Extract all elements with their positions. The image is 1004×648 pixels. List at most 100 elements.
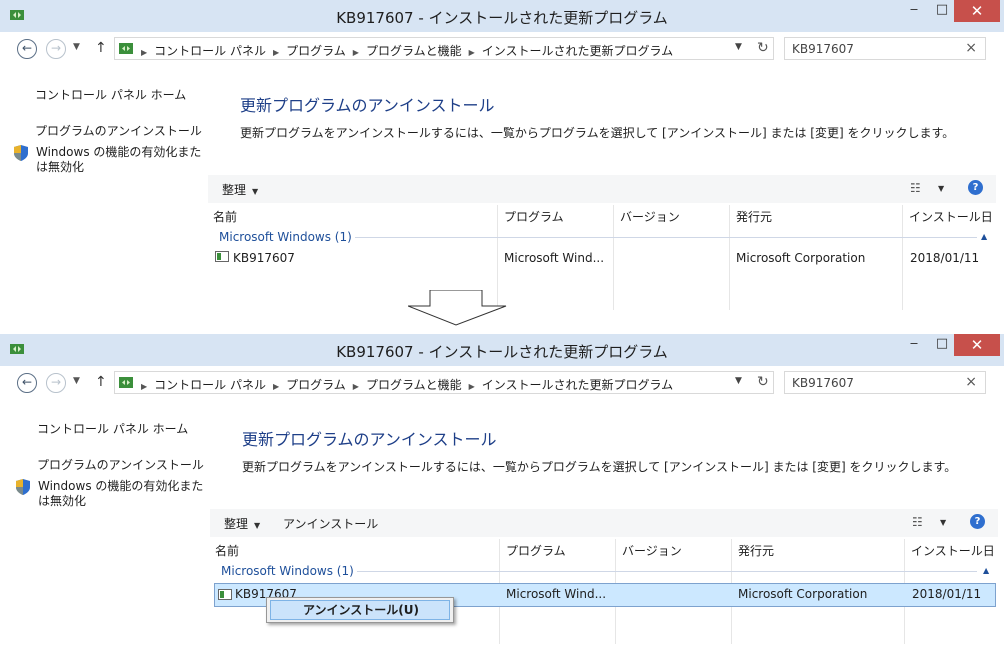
address-dropdown-icon[interactable]: ▼ [735,376,742,386]
breadcrumb: ▶ コントロール パネル ▶ プログラム ▶ プログラムと機能 ▶ インストールされた更新プロ… [141,378,674,392]
column-version[interactable]: バージョン [622,542,682,559]
up-arrow-icon[interactable]: ↑ [95,374,107,390]
navigation-bar: ← → ▼ ↑ ▶ コントロール パネル ▶ プログラム ▶ プログラムと機能 ▶ インストー… [8,32,996,70]
toolbar: 整理 ▼ アンインストール ☷ ▼ ? [210,509,998,537]
column-name[interactable]: 名前 [215,542,239,559]
title-bar: KB917607 - インストールされた更新プログラム ‒ □ ✕ [0,0,1004,32]
up-arrow-icon[interactable]: ↑ [95,40,107,56]
breadcrumb-control-panel[interactable]: コントロール パネル [154,378,266,392]
sidebar-uninstall-link[interactable]: プログラムのアンインストール [35,122,202,139]
navigation-bar: ← → ▼ ↑ ▶ コントロール パネル ▶ プログラム ▶ プログラムと機能 ▶ インストー… [8,366,996,404]
shield-icon [16,479,30,495]
chevron-down-icon: ▼ [252,187,259,196]
sidebar-uninstall-link[interactable]: プログラムのアンインストール [37,456,204,473]
back-arrow-icon[interactable]: ← [17,39,37,59]
view-details-icon[interactable]: ☷ [912,515,923,529]
minimize-button[interactable]: ‒ [900,0,928,22]
sidebar-windows-features-link[interactable]: Windows の機能の有効化または無効化 [36,145,206,175]
column-program[interactable]: プログラム [504,208,564,225]
search-input[interactable]: KB917607 [792,42,854,56]
refresh-icon[interactable]: ↻ [757,374,769,390]
help-icon[interactable]: ? [968,180,983,195]
clear-search-icon[interactable]: × [965,40,977,56]
organize-label: 整理 [222,183,247,197]
group-divider [355,237,977,238]
breadcrumb-installed-updates[interactable]: インストールされた更新プログラム [482,378,673,392]
window-title: KB917607 - インストールされた更新プログラム [336,9,668,27]
breadcrumb-programs[interactable]: プログラム [286,44,346,58]
search-box[interactable]: KB917607 × [784,37,986,60]
row-program: Microsoft Wind... [506,587,607,601]
search-input[interactable]: KB917607 [792,376,854,390]
sidebar-home-link[interactable]: コントロール パネル ホーム [35,86,186,103]
view-dropdown-icon[interactable]: ▼ [938,184,944,193]
column-publisher[interactable]: 発行元 [738,542,774,559]
toolbar: 整理 ▼ ☷ ▼ ? [208,175,996,203]
collapse-icon[interactable]: ▲ [983,566,989,575]
recent-locations-icon[interactable]: ▼ [73,42,80,52]
address-bar[interactable]: ▶ コントロール パネル ▶ プログラム ▶ プログラムと機能 ▶ インストールされた更新プロ… [114,37,774,60]
clear-search-icon[interactable]: × [965,374,977,390]
organize-button[interactable]: 整理 ▼ [224,515,260,532]
page-heading: 更新プログラムのアンインストール [240,96,495,115]
page-heading: 更新プログラムのアンインストール [242,430,497,449]
organize-button[interactable]: 整理 ▼ [222,181,258,198]
collapse-icon[interactable]: ▲ [981,232,987,241]
row-publisher: Microsoft Corporation [736,251,866,265]
title-bar: KB917607 - インストールされた更新プログラム ‒ □ ✕ [0,334,1004,366]
column-headers: 名前 プログラム バージョン 発行元 インストール日 [208,205,996,310]
row-installed-date: 2018/01/11 [912,587,982,601]
context-menu: アンインストール(U) [266,597,454,623]
breadcrumb-control-panel[interactable]: コントロール パネル [154,44,266,58]
row-program: Microsoft Wind... [504,251,605,265]
refresh-icon[interactable]: ↻ [757,40,769,56]
sidebar-windows-features-link[interactable]: Windows の機能の有効化または無効化 [38,479,208,509]
column-installed-on[interactable]: インストール日 [911,542,995,559]
page-description: 更新プログラムをアンインストールするには、一覧からプログラムを選択して [アンイ… [240,126,955,140]
forward-arrow-icon[interactable]: → [46,39,66,59]
breadcrumb-programs[interactable]: プログラム [286,378,346,392]
column-program[interactable]: プログラム [506,542,566,559]
table-row[interactable]: KB917607 Microsoft Wind... Microsoft Cor… [212,246,996,270]
help-icon[interactable]: ? [970,514,985,529]
uninstall-button[interactable]: アンインストール [283,515,378,532]
close-button[interactable]: ✕ [954,0,1000,22]
search-box[interactable]: KB917607 × [784,371,986,394]
organize-label: 整理 [224,517,249,531]
group-header[interactable]: Microsoft Windows (1) [221,564,354,578]
row-name: KB917607 [233,251,295,265]
maximize-button[interactable]: □ [928,0,956,22]
control-panel-icon [119,43,133,54]
breadcrumb-installed-updates[interactable]: インストールされた更新プログラム [482,44,673,58]
row-installed-date: 2018/01/11 [910,251,980,265]
down-arrow-icon [408,290,507,326]
breadcrumb-programs-features[interactable]: プログラムと機能 [366,44,462,58]
column-version[interactable]: バージョン [620,208,680,225]
context-menu-uninstall[interactable]: アンインストール(U) [270,600,450,620]
view-dropdown-icon[interactable]: ▼ [940,518,946,527]
minimize-button[interactable]: ‒ [900,334,928,356]
breadcrumb: ▶ コントロール パネル ▶ プログラム ▶ プログラムと機能 ▶ インストールされた更新プロ… [141,44,674,58]
update-icon [215,251,229,262]
address-dropdown-icon[interactable]: ▼ [735,42,742,52]
forward-arrow-icon[interactable]: → [46,373,66,393]
page-description: 更新プログラムをアンインストールするには、一覧からプログラムを選択して [アンイ… [242,460,957,474]
view-details-icon[interactable]: ☷ [910,181,921,195]
sidebar-home-link[interactable]: コントロール パネル ホーム [37,420,188,437]
back-arrow-icon[interactable]: ← [17,373,37,393]
column-headers: 名前 プログラム バージョン 発行元 インストール日 [210,539,998,644]
update-icon [218,589,232,600]
column-installed-on[interactable]: インストール日 [909,208,993,225]
window-title: KB917607 - インストールされた更新プログラム [336,343,668,361]
chevron-down-icon: ▼ [254,521,261,530]
close-button[interactable]: ✕ [954,334,1000,356]
maximize-button[interactable]: □ [928,334,956,356]
column-publisher[interactable]: 発行元 [736,208,772,225]
window-after: KB917607 - インストールされた更新プログラム ‒ □ ✕ ← → ▼ … [0,334,1004,648]
shield-icon [14,145,28,161]
recent-locations-icon[interactable]: ▼ [73,376,80,386]
column-name[interactable]: 名前 [213,208,237,225]
address-bar[interactable]: ▶ コントロール パネル ▶ プログラム ▶ プログラムと機能 ▶ インストールされた更新プロ… [114,371,774,394]
group-header[interactable]: Microsoft Windows (1) [219,230,352,244]
breadcrumb-programs-features[interactable]: プログラムと機能 [366,378,462,392]
